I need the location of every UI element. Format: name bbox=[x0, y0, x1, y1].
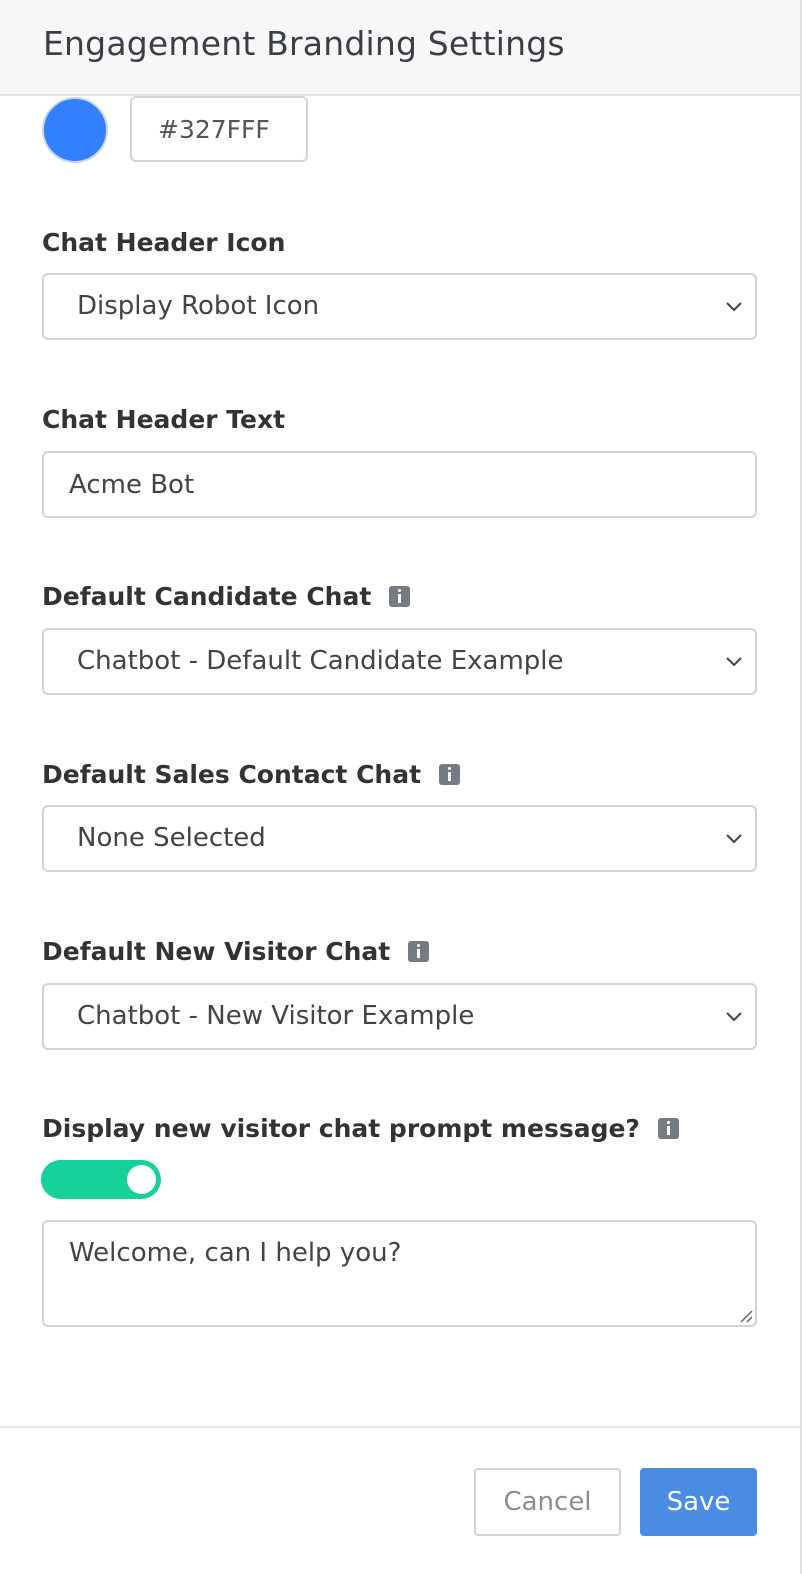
prompt-message-toggle[interactable] bbox=[41, 1160, 161, 1199]
default-sales-contact-chat-value: None Selected bbox=[77, 823, 266, 853]
prompt-message-textarea[interactable]: Welcome, can I help you? bbox=[42, 1220, 757, 1327]
info-icon[interactable] bbox=[657, 1118, 679, 1139]
chevron-down-icon bbox=[726, 834, 742, 844]
chat-header-icon-label-text: Chat Header Icon bbox=[42, 228, 286, 257]
default-sales-contact-chat-label: Default Sales Contact Chat bbox=[42, 760, 461, 789]
cancel-button[interactable]: Cancel bbox=[474, 1468, 621, 1536]
default-sales-contact-chat-select[interactable]: None Selected bbox=[42, 805, 757, 872]
info-icon[interactable] bbox=[408, 941, 430, 962]
prompt-message-label-text: Display new visitor chat prompt message? bbox=[42, 1114, 640, 1143]
chat-header-text-label: Chat Header Text bbox=[42, 405, 285, 434]
default-new-visitor-chat-select[interactable]: Chatbot - New Visitor Example bbox=[42, 983, 757, 1050]
modal-header: Engagement Branding Settings bbox=[0, 0, 800, 96]
default-new-visitor-chat-value: Chatbot - New Visitor Example bbox=[77, 1001, 475, 1031]
color-swatch[interactable] bbox=[42, 97, 108, 163]
modal-title: Engagement Branding Settings bbox=[43, 24, 565, 63]
chevron-down-icon bbox=[726, 302, 742, 312]
chat-header-icon-label: Chat Header Icon bbox=[42, 228, 285, 257]
default-candidate-chat-select[interactable]: Chatbot - Default Candidate Example bbox=[42, 628, 757, 695]
save-button[interactable]: Save bbox=[640, 1468, 757, 1536]
chat-header-icon-select[interactable]: Display Robot Icon bbox=[42, 273, 757, 340]
chevron-down-icon bbox=[726, 657, 742, 667]
default-sales-contact-chat-label-text: Default Sales Contact Chat bbox=[42, 760, 422, 789]
chat-header-text-input[interactable] bbox=[42, 451, 757, 518]
default-new-visitor-chat-label-text: Default New Visitor Chat bbox=[42, 937, 391, 966]
prompt-message-label: Display new visitor chat prompt message? bbox=[42, 1114, 679, 1143]
chat-header-text-label-text: Chat Header Text bbox=[42, 405, 286, 434]
info-icon[interactable] bbox=[389, 586, 411, 607]
footer-divider bbox=[0, 1426, 800, 1428]
toggle-knob bbox=[127, 1165, 156, 1194]
default-candidate-chat-label-text: Default Candidate Chat bbox=[42, 582, 372, 611]
resize-handle-icon[interactable] bbox=[737, 1307, 753, 1323]
hex-color-input[interactable] bbox=[130, 96, 308, 162]
default-candidate-chat-value: Chatbot - Default Candidate Example bbox=[77, 646, 564, 676]
chevron-down-icon bbox=[726, 1012, 742, 1022]
default-candidate-chat-label: Default Candidate Chat bbox=[42, 582, 411, 611]
engagement-branding-modal: Engagement Branding Settings Chat Header… bbox=[0, 0, 802, 1574]
info-icon[interactable] bbox=[439, 764, 461, 785]
chat-header-icon-value: Display Robot Icon bbox=[77, 291, 320, 321]
default-new-visitor-chat-label: Default New Visitor Chat bbox=[42, 937, 430, 966]
